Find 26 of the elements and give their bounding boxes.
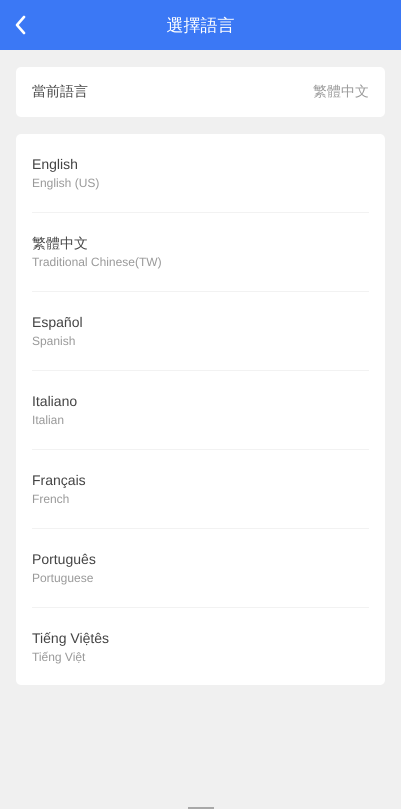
language-subtitle: Portuguese (32, 570, 94, 587)
language-name: Italiano (32, 392, 78, 411)
language-subtitle: Traditional Chinese(TW) (32, 254, 162, 271)
language-name: Português (32, 550, 96, 569)
language-item[interactable]: Italiano Italian (32, 371, 369, 450)
language-item[interactable]: Tiếng Việtês Tiếng Việt (32, 608, 369, 685)
current-language-value: 繁體中文 (313, 83, 369, 101)
language-item[interactable]: Español Spanish (32, 292, 369, 371)
back-icon (14, 15, 26, 35)
language-subtitle: Tiếng Việt (32, 649, 86, 666)
current-language-label: 當前語言 (32, 83, 88, 101)
language-subtitle: Spanish (32, 333, 76, 350)
language-subtitle: French (32, 491, 70, 508)
language-item[interactable]: 繁體中文 Traditional Chinese(TW) (32, 213, 369, 292)
page-title: 選擇語言 (166, 14, 234, 36)
language-name: English (32, 155, 78, 174)
language-item[interactable]: English English (US) (32, 134, 369, 213)
language-subtitle: Italian (32, 412, 64, 429)
language-item[interactable]: Français French (32, 450, 369, 529)
language-name: Français (32, 471, 86, 490)
language-item[interactable]: Português Portuguese (32, 529, 369, 608)
language-name: 繁體中文 (32, 234, 88, 253)
home-indicator (188, 807, 214, 809)
language-subtitle: English (US) (32, 175, 100, 192)
language-name: Tiếng Việtês (32, 629, 110, 648)
language-name: Español (32, 313, 83, 332)
